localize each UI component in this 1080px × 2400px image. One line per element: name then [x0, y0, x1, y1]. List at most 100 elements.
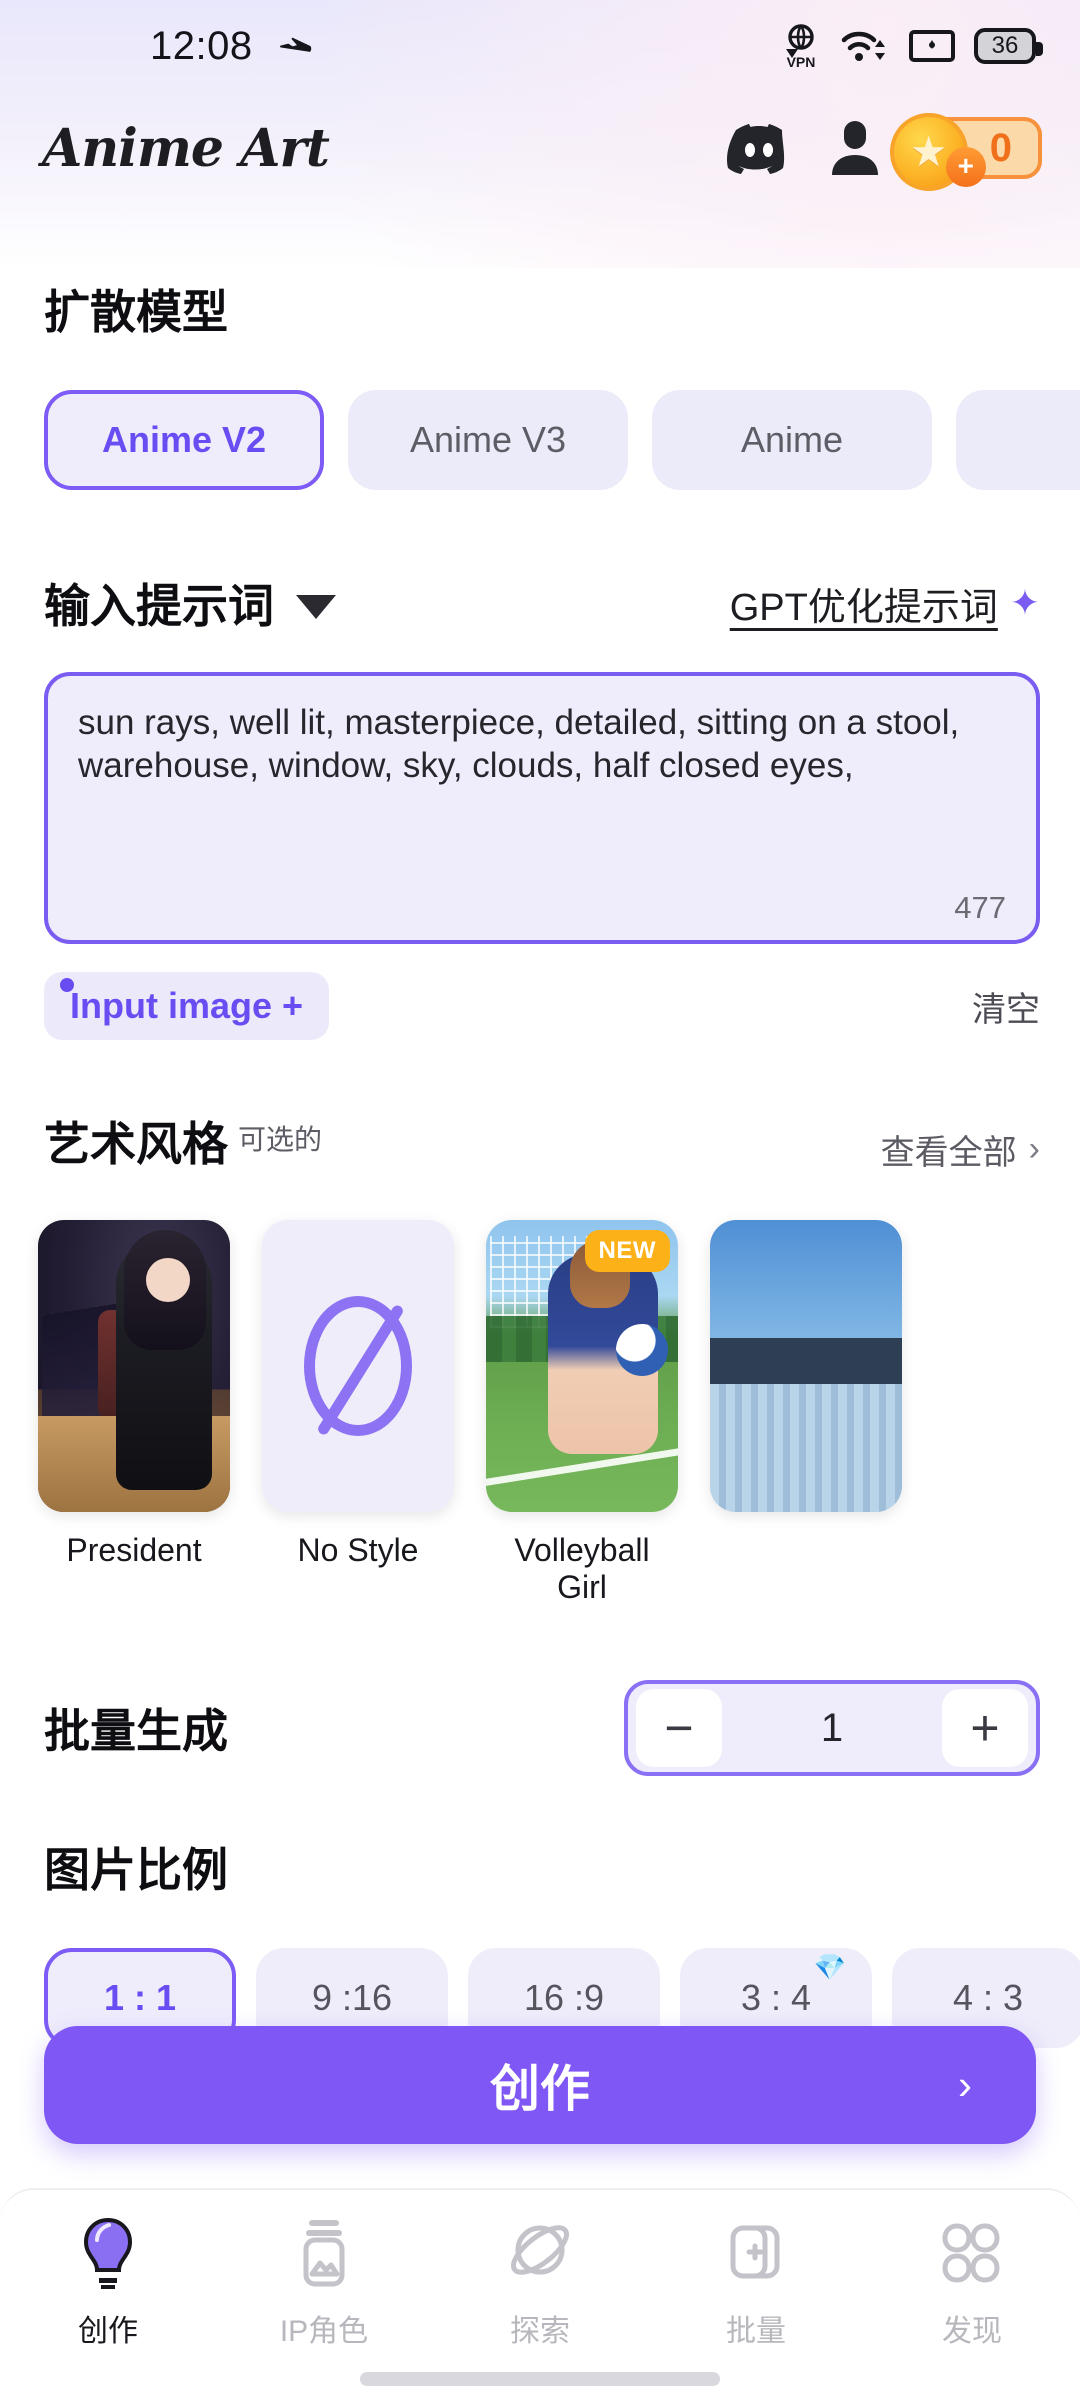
model-chip-next[interactable]: R	[956, 390, 1080, 490]
prompt-text-value[interactable]: sun rays, well lit, masterpiece, detaile…	[78, 702, 1006, 787]
gpt-optimize-link[interactable]: GPT优化提示词 ✦	[730, 576, 1040, 631]
nav-item-discover[interactable]: 发现	[874, 2216, 1070, 2350]
dot-indicator-icon	[60, 978, 74, 992]
president-artwork-image	[38, 1220, 230, 1512]
airplane-icon	[279, 37, 311, 52]
batch-quantity-stepper[interactable]: − 1 +	[624, 1680, 1040, 1776]
view-all-styles-button[interactable]: 查看全部 ›	[881, 1125, 1040, 1174]
nav-item-label: IP角色	[279, 2315, 369, 2348]
increment-button[interactable]: +	[942, 1689, 1028, 1767]
style-card-label: No Style	[297, 1532, 419, 1568]
create-button-label: 创作	[490, 2061, 590, 2117]
image-ratio-heading: 图片比例	[44, 1844, 228, 1896]
grid-petals-icon	[942, 2223, 1000, 2283]
art-style-heading: 艺术风格	[44, 1118, 228, 1170]
status-bar-clock: 12:08	[150, 23, 253, 68]
prompt-char-count: 477	[954, 890, 1006, 925]
no-style-placeholder	[262, 1220, 454, 1512]
ratio-chip-label: 1 : 1	[103, 1977, 177, 2018]
image-card-icon	[303, 2220, 345, 2287]
model-chip-label: Anime	[740, 419, 844, 460]
plus-card-icon	[730, 2225, 780, 2279]
nav-item-label: 探索	[510, 2315, 570, 2348]
prompt-actions: Input image + 清空	[0, 944, 1080, 1040]
prompt-label-group[interactable]: 输入提示词	[44, 570, 336, 636]
ratio-chip-label: 9 :16	[311, 1977, 393, 2018]
art-style-section: 艺术风格 可选的 查看全部 › President No Style NEW V…	[0, 1108, 1080, 1606]
style-card-president[interactable]: President	[38, 1220, 230, 1606]
diamond-icon: 💎	[813, 1952, 846, 1982]
style-card-next[interactable]	[710, 1220, 902, 1606]
view-all-label: 查看全部	[880, 1134, 1017, 1172]
style-thumbnail[interactable]: NEW	[486, 1220, 678, 1512]
nav-item-ip-character[interactable]: IP角色	[226, 2216, 422, 2350]
gpt-optimize-label: GPT优化提示词	[729, 586, 998, 629]
batch-generation-section: 批量生成 − 1 +	[0, 1680, 1080, 1776]
model-chip-row[interactable]: Anime V2 Anime V3 Anime R	[0, 342, 1080, 490]
coin-count: 0	[989, 125, 1012, 170]
style-thumbnail[interactable]	[710, 1220, 902, 1512]
style-card-no-style[interactable]: No Style	[262, 1220, 454, 1606]
app-header: Anime Art ★ + 0	[0, 92, 1080, 204]
model-chip-label: Anime V2	[101, 419, 267, 460]
art-style-row[interactable]: President No Style NEW Volleyball Girl	[0, 1174, 1080, 1606]
new-badge: NEW	[584, 1230, 670, 1272]
svg-text:VPN: VPN	[787, 54, 816, 69]
model-chip-anime[interactable]: Anime	[652, 390, 932, 490]
nav-item-label: 批量	[726, 2315, 786, 2348]
status-bar-right: VPN 36	[780, 23, 1043, 69]
style-card-volleyball-girl[interactable]: NEW Volleyball Girl	[486, 1220, 678, 1606]
battery-icon: 36	[974, 28, 1043, 64]
nav-item-label: 创作	[78, 2315, 138, 2348]
building-artwork-image	[710, 1220, 902, 1512]
diffusion-model-heading: 扩散模型	[44, 286, 228, 338]
decrement-button[interactable]: −	[636, 1689, 722, 1767]
prompt-input[interactable]: sun rays, well lit, masterpiece, detaile…	[44, 672, 1040, 944]
status-bar-left: 12:08	[0, 24, 315, 69]
discord-icon[interactable]	[726, 122, 792, 174]
ratio-chip-label: 4 : 3	[952, 1977, 1024, 2018]
bottom-navigation-bar: 创作 IP角色 探索 批量 发现	[0, 2188, 1080, 2400]
nav-item-label: 发现	[942, 2315, 1002, 2348]
prohibited-icon	[304, 1296, 412, 1436]
batch-quantity-value: 1	[820, 1705, 844, 1750]
art-style-subtitle: 可选的	[238, 1124, 323, 1155]
image-ratio-section: 图片比例 1 : 1 9 :16 16 :9 3 : 4 💎 4 : 3	[0, 1834, 1080, 2048]
coin-add-icon[interactable]: +	[945, 147, 986, 187]
status-bar: 12:08 VPN 36	[0, 0, 1080, 92]
art-style-header: 艺术风格 可选的 查看全部 ›	[0, 1108, 1080, 1174]
wifi-icon	[841, 31, 885, 61]
model-chip-anime-v3[interactable]: Anime V3	[348, 390, 628, 490]
style-card-label: President	[66, 1532, 202, 1568]
coin-balance-button[interactable]: ★ + 0	[889, 113, 1042, 191]
style-card-label: Volleyball Girl	[514, 1532, 650, 1605]
nav-item-batch[interactable]: 批量	[658, 2216, 854, 2350]
chevron-down-icon[interactable]	[296, 595, 336, 619]
model-chip-anime-v2[interactable]: Anime V2	[44, 390, 324, 490]
sparkle-icon: ✦	[1009, 582, 1040, 623]
nav-item-explore[interactable]: 探索	[442, 2216, 638, 2350]
profile-icon[interactable]	[828, 119, 882, 177]
sim-icon	[909, 30, 955, 62]
nav-item-create[interactable]: 创作	[10, 2216, 206, 2350]
app-title: Anime Art	[42, 117, 330, 179]
chevron-right-icon: ›	[1028, 1130, 1040, 1168]
model-chip-label: Anime V3	[409, 419, 567, 460]
style-thumbnail[interactable]	[262, 1220, 454, 1512]
planet-icon	[511, 2225, 569, 2275]
create-button[interactable]: 创作 ›	[44, 2026, 1036, 2144]
prompt-heading: 输入提示词	[44, 580, 274, 632]
prompt-section: 输入提示词 GPT优化提示词 ✦ sun rays, well lit, mas…	[0, 570, 1080, 1040]
header-actions: ★ + 0	[726, 113, 1042, 191]
batch-generation-heading: 批量生成	[44, 1705, 228, 1757]
star-icon: ★	[909, 128, 948, 175]
art-style-title-group: 艺术风格 可选的	[44, 1108, 322, 1174]
lightbulb-icon	[83, 2217, 133, 2289]
ratio-chip-label: 16 :9	[523, 1977, 605, 2018]
home-indicator	[360, 2372, 720, 2386]
style-thumbnail[interactable]	[38, 1220, 230, 1512]
clear-prompt-button[interactable]: 清空	[972, 982, 1040, 1031]
prompt-header: 输入提示词 GPT优化提示词 ✦	[0, 570, 1080, 636]
chevron-right-icon: ›	[958, 2061, 972, 2108]
input-image-button[interactable]: Input image +	[44, 972, 330, 1040]
